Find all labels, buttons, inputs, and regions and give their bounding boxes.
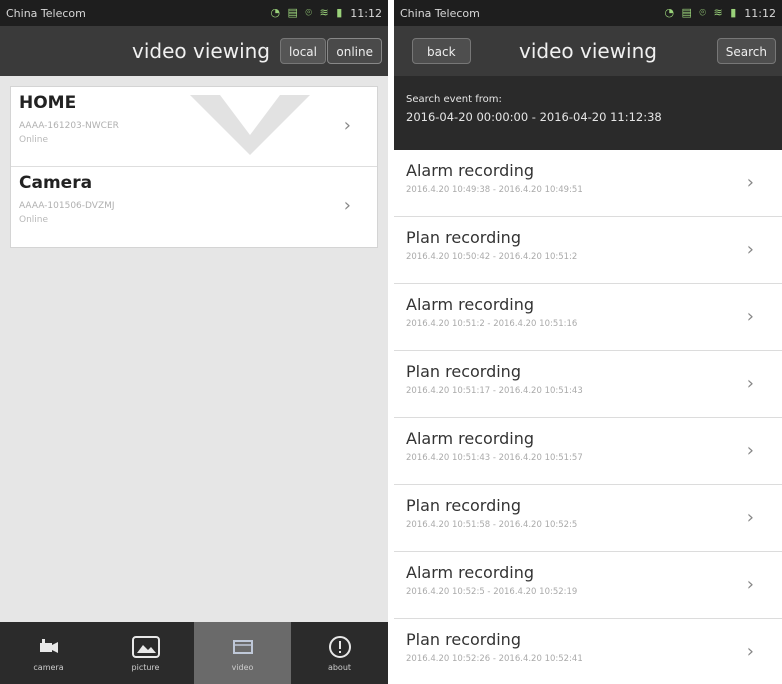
- recording-type: Plan recording: [406, 362, 521, 381]
- nav-label: video: [231, 662, 254, 672]
- right-screen: China Telecom ◔ ▤ ⌾ ≋ ▮ 11:12 video view…: [394, 0, 782, 684]
- recording-time: 2016.4.20 10:50:42 - 2016.4.20 10:51:2: [406, 252, 578, 262]
- nav-about[interactable]: about: [291, 622, 388, 684]
- recording-item[interactable]: Alarm recording 2016.4.20 10:49:38 - 201…: [394, 150, 782, 217]
- status-icons: ◔ ▤ ⌾ ≋ ▮: [664, 6, 739, 19]
- bottom-nav: camera picture video about: [0, 622, 388, 684]
- chevron-right-icon: ›: [746, 440, 754, 461]
- status-icons: ◔ ▤ ⌾ ≋ ▮: [270, 6, 345, 19]
- recording-time: 2016.4.20 10:51:17 - 2016.4.20 10:51:43: [406, 386, 583, 396]
- title-bar: video viewing back Search: [394, 26, 782, 76]
- device-name: Camera: [19, 173, 93, 193]
- search-from-label: Search event from:: [406, 94, 502, 105]
- info-icon: [325, 635, 355, 659]
- status-bar: China Telecom ◔ ▤ ⌾ ≋ ▮ 11:12: [394, 0, 782, 26]
- recording-type: Plan recording: [406, 228, 521, 247]
- recording-type: Alarm recording: [406, 429, 535, 448]
- nav-label: about: [327, 662, 352, 672]
- online-button[interactable]: online: [327, 38, 382, 64]
- status-bar: China Telecom ◔ ▤ ⌾ ≋ ▮ 11:12: [0, 0, 388, 26]
- chevron-right-icon: ›: [746, 641, 754, 662]
- clock: 11:12: [744, 6, 776, 20]
- recording-time: 2016.4.20 10:51:2 - 2016.4.20 10:51:16: [406, 319, 578, 329]
- nav-camera[interactable]: camera: [0, 622, 97, 684]
- chevron-right-icon: ›: [746, 373, 754, 394]
- title-bar: video viewing local online: [0, 26, 388, 76]
- recording-item[interactable]: Alarm recording 2016.4.20 10:51:43 - 201…: [394, 418, 782, 485]
- back-button[interactable]: back: [412, 38, 471, 64]
- video-icon: [228, 635, 258, 659]
- camera-icon: [34, 635, 64, 659]
- chevron-right-icon: ›: [746, 574, 754, 595]
- recording-type: Plan recording: [406, 496, 521, 515]
- recording-type: Plan recording: [406, 630, 521, 649]
- watermark-icon: [190, 95, 310, 155]
- carrier-label: China Telecom: [6, 6, 86, 20]
- recording-type: Alarm recording: [406, 563, 535, 582]
- recording-item[interactable]: Alarm recording 2016.4.20 10:51:2 - 2016…: [394, 284, 782, 351]
- chevron-right-icon: ›: [746, 507, 754, 528]
- recording-time: 2016.4.20 10:52:5 - 2016.4.20 10:52:19: [406, 587, 578, 597]
- carrier-label: China Telecom: [400, 6, 480, 20]
- nav-label: picture: [131, 662, 160, 672]
- recording-item[interactable]: Plan recording 2016.4.20 10:50:42 - 2016…: [394, 217, 782, 284]
- page-title: video viewing: [132, 39, 270, 63]
- recording-item[interactable]: Plan recording 2016.4.20 10:51:17 - 2016…: [394, 351, 782, 418]
- recording-item[interactable]: Plan recording 2016.4.20 10:51:58 - 2016…: [394, 485, 782, 552]
- recording-item[interactable]: Plan recording 2016.4.20 10:52:26 - 2016…: [394, 619, 782, 684]
- nav-picture[interactable]: picture: [97, 622, 194, 684]
- device-id: AAAA-101506-DVZMJ: [19, 201, 115, 211]
- chevron-right-icon: ›: [746, 239, 754, 260]
- local-button[interactable]: local: [280, 38, 326, 64]
- chevron-right-icon: ›: [343, 195, 351, 216]
- chevron-right-icon: ›: [746, 306, 754, 327]
- chevron-right-icon: ›: [343, 115, 351, 136]
- clock: 11:12: [350, 6, 382, 20]
- search-button[interactable]: Search: [716, 38, 776, 64]
- chevron-right-icon: ›: [746, 172, 754, 193]
- left-screen: China Telecom ◔ ▤ ⌾ ≋ ▮ 11:12 video view…: [0, 0, 388, 684]
- recording-type: Alarm recording: [406, 295, 535, 314]
- recording-time: 2016.4.20 10:51:43 - 2016.4.20 10:51:57: [406, 453, 583, 463]
- recording-item[interactable]: Alarm recording 2016.4.20 10:52:5 - 2016…: [394, 552, 782, 619]
- recording-type: Alarm recording: [406, 161, 535, 180]
- recording-time: 2016.4.20 10:49:38 - 2016.4.20 10:49:51: [406, 185, 583, 195]
- nav-label: camera: [33, 662, 64, 672]
- search-range: 2016-04-20 00:00:00 - 2016-04-20 11:12:3…: [406, 110, 662, 124]
- device-status: Online: [19, 215, 49, 225]
- nav-video[interactable]: video: [194, 622, 291, 684]
- recording-time: 2016.4.20 10:51:58 - 2016.4.20 10:52:5: [406, 520, 578, 530]
- recording-time: 2016.4.20 10:52:26 - 2016.4.20 10:52:41: [406, 654, 583, 664]
- device-item-camera[interactable]: Camera AAAA-101506-DVZMJ Online ›: [11, 167, 377, 247]
- search-range-panel: Search event from: 2016-04-20 00:00:00 -…: [394, 76, 782, 150]
- recording-list: Alarm recording 2016.4.20 10:49:38 - 201…: [394, 150, 782, 684]
- picture-icon: [131, 635, 161, 659]
